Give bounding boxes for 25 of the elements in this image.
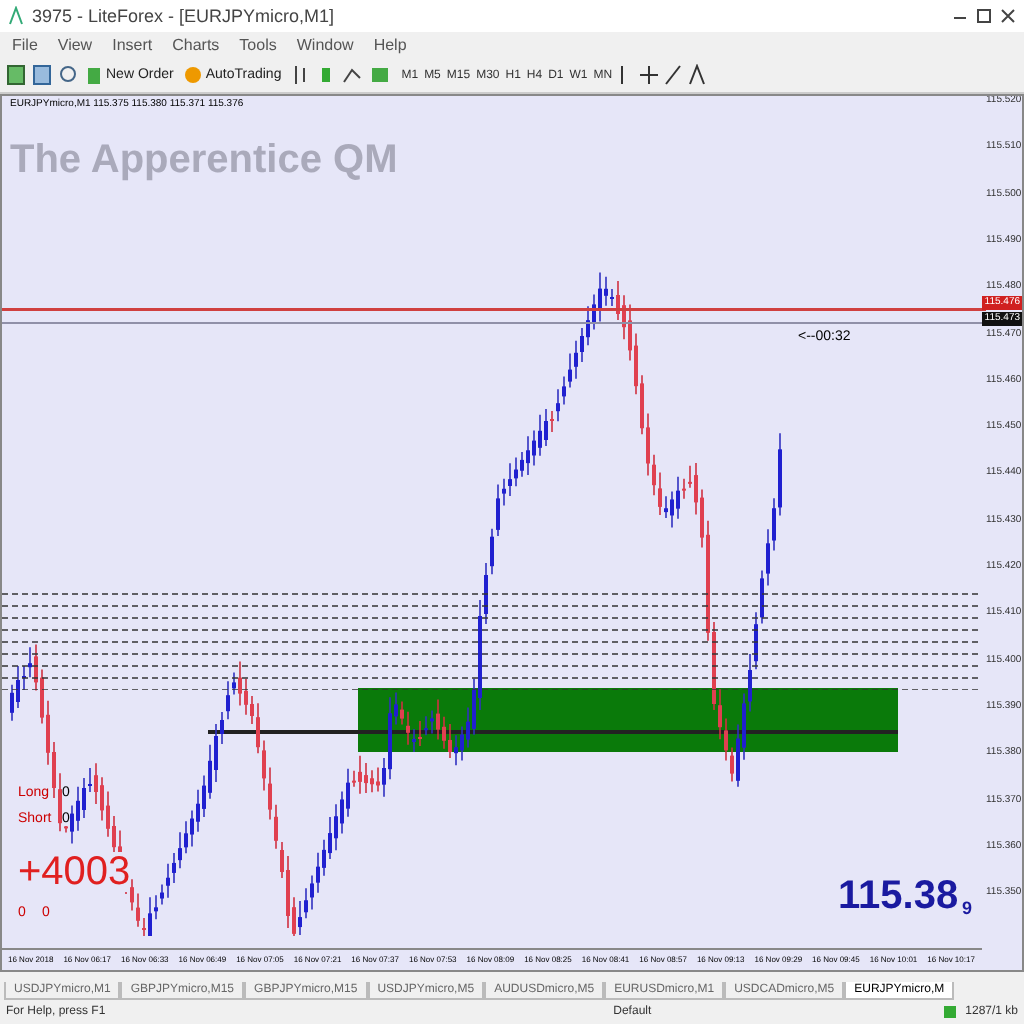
overlay-title: The Apperentice QM <box>10 140 398 180</box>
connection-icon <box>941 1004 958 1020</box>
bar-chart-icon[interactable] <box>289 64 310 86</box>
menu-item[interactable]: View <box>57 36 93 54</box>
crosshair-icon[interactable] <box>640 64 659 86</box>
circle-icon <box>183 66 202 84</box>
price-value: 115.38 <box>838 876 959 916</box>
profiles-icon[interactable] <box>32 64 52 86</box>
zoom-in-icon[interactable] <box>58 64 78 86</box>
document-icon <box>86 65 102 85</box>
menu-item[interactable]: Insert <box>112 36 153 54</box>
menu-item[interactable]: Charts <box>172 36 220 54</box>
app-icon <box>8 6 24 26</box>
menu-item[interactable]: Tools <box>239 36 277 54</box>
menu-item[interactable]: Help <box>373 36 407 54</box>
new-chart-icon[interactable] <box>6 64 26 86</box>
menu-item[interactable]: File <box>12 36 38 54</box>
profit-value: +4003 <box>18 852 131 892</box>
maximize-icon[interactable] <box>976 8 992 24</box>
menu-item[interactable]: Window <box>296 36 354 54</box>
close-icon[interactable] <box>1000 8 1016 24</box>
line-chart-icon[interactable] <box>341 64 362 86</box>
price-suffix: 9 <box>962 900 973 918</box>
trendline-icon[interactable] <box>664 64 683 86</box>
window-title: 3975 - LiteForex - [EURJPYmicro,M1] <box>32 6 337 26</box>
